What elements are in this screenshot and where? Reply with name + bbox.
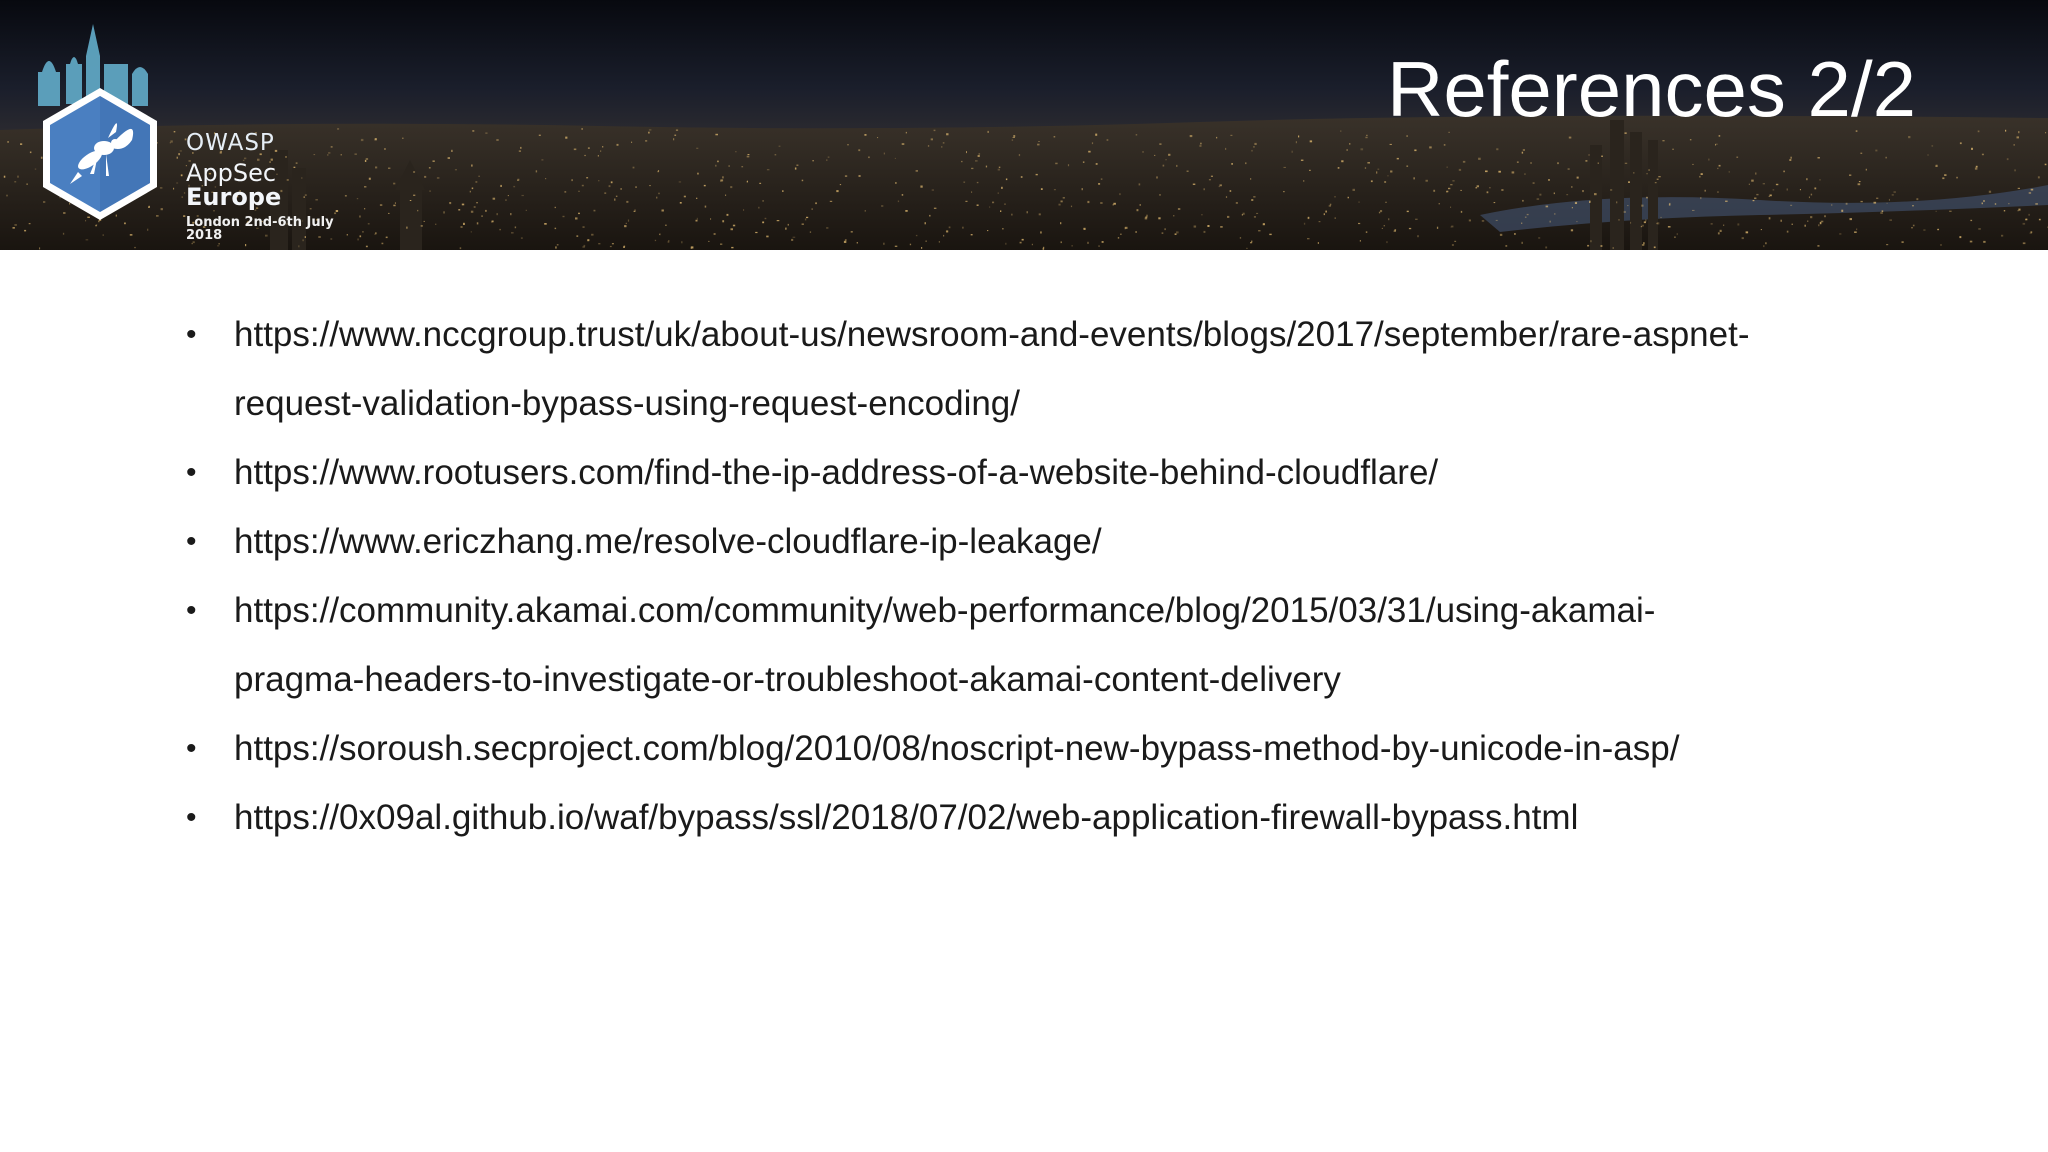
- reference-item: • https://community.akamai.com/community…: [180, 576, 1920, 714]
- reference-item: • https://www.ericzhang.me/resolve-cloud…: [180, 507, 1920, 576]
- bullet-icon: •: [186, 732, 197, 765]
- bullet-icon: •: [186, 801, 197, 834]
- reference-url-line[interactable]: https://www.rootusers.com/find-the-ip-ad…: [234, 438, 1920, 507]
- bullet-icon: •: [186, 318, 197, 351]
- logo-date-text: London 2nd-6th July 2018: [186, 215, 334, 243]
- reference-url-line[interactable]: https://www.ericzhang.me/resolve-cloudfl…: [234, 507, 1920, 576]
- logo-org-text: OWASP: [186, 130, 275, 156]
- reference-item: • https://www.nccgroup.trust/uk/about-us…: [180, 300, 1920, 438]
- reference-url-line[interactable]: https://0x09al.github.io/waf/bypass/ssl/…: [234, 783, 1920, 852]
- reference-item: • https://soroush.secproject.com/blog/20…: [180, 714, 1920, 783]
- reference-url-line[interactable]: https://soroush.secproject.com/blog/2010…: [234, 714, 1920, 783]
- bullet-icon: •: [186, 525, 197, 558]
- reference-item: • https://www.rootusers.com/find-the-ip-…: [180, 438, 1920, 507]
- references-list: • https://www.nccgroup.trust/uk/about-us…: [180, 300, 1920, 852]
- logo-wordmark: OWASP AppSec Europe London 2nd-6th July …: [186, 130, 360, 243]
- bullet-icon: •: [186, 594, 197, 627]
- owasp-wasp-logo-icon: [38, 24, 157, 220]
- slide-title: References 2/2: [1387, 45, 1916, 133]
- reference-url-line[interactable]: pragma-headers-to-investigate-or-trouble…: [234, 645, 1920, 714]
- slide: OWASP AppSec Europe London 2nd-6th July …: [0, 0, 2048, 1152]
- header-banner: OWASP AppSec Europe London 2nd-6th July …: [0, 0, 2048, 250]
- reference-item: • https://0x09al.github.io/waf/bypass/ss…: [180, 783, 1920, 852]
- bullet-icon: •: [186, 456, 197, 489]
- reference-url-line[interactable]: https://community.akamai.com/community/w…: [234, 576, 1920, 645]
- logo-event-text: AppSec Europe: [186, 161, 360, 209]
- logo-event-bold: Europe: [186, 183, 282, 211]
- reference-url-line[interactable]: request-validation-bypass-using-request-…: [234, 369, 1920, 438]
- owasp-appsec-logo: OWASP AppSec Europe London 2nd-6th July …: [20, 20, 360, 242]
- reference-url-line[interactable]: https://www.nccgroup.trust/uk/about-us/n…: [234, 300, 1920, 369]
